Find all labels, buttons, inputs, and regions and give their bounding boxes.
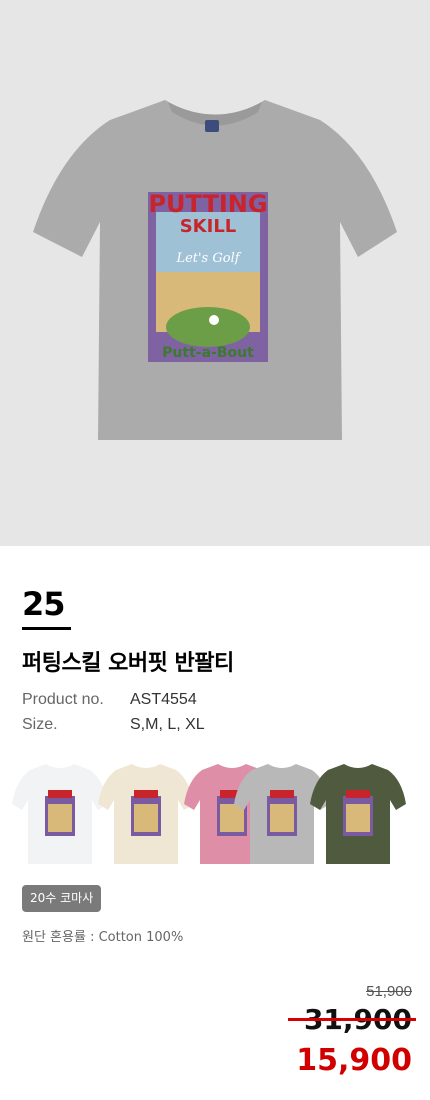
product-image-area: PUTTING SKILL Let's Golf Putt-a-Bout — [0, 0, 430, 546]
color-swatch-white[interactable] — [12, 760, 108, 866]
graphic-script-text: Let's Golf — [175, 251, 241, 266]
product-title: 퍼팅스킬 오버핏 반팔티 — [22, 651, 234, 676]
tshirt-image: PUTTING SKILL Let's Golf Putt-a-Bout — [33, 100, 397, 440]
graphic-bottom-text: Putt-a-Bout — [162, 345, 254, 361]
original-price: 51,900 — [366, 983, 412, 1000]
fabric-composition: 원단 혼용률 : Cotton 100% — [22, 930, 184, 945]
size-value: S,M, L, XL — [130, 716, 205, 733]
yarn-badge: 20수 코마사 — [22, 885, 102, 912]
price-strike-line — [288, 1018, 416, 1021]
product-no-row: Product no. AST4554 — [22, 691, 197, 709]
tshirt-cream-image — [98, 764, 194, 864]
graphic-subtitle-text: SKILL — [180, 216, 237, 237]
size-label: Size. — [22, 716, 58, 733]
number-underline — [22, 627, 71, 630]
graphic-title-text: PUTTING — [148, 190, 267, 218]
final-price: 15,900 — [296, 1043, 412, 1078]
color-swatch-khaki[interactable] — [310, 760, 406, 866]
product-image[interactable]: PUTTING SKILL Let's Golf Putt-a-Bout — [20, 82, 410, 452]
product-no-value: AST4554 — [130, 691, 197, 708]
color-swatch-cream[interactable] — [98, 760, 194, 866]
product-no-label: Product no. — [22, 691, 104, 708]
tshirt-white-image — [12, 764, 108, 864]
product-number: 25 — [22, 585, 66, 623]
tshirt-khaki-image — [310, 764, 406, 864]
color-swatches — [12, 760, 408, 870]
size-row: Size. S,M, L, XL — [22, 716, 205, 734]
brand-tag — [205, 120, 219, 132]
